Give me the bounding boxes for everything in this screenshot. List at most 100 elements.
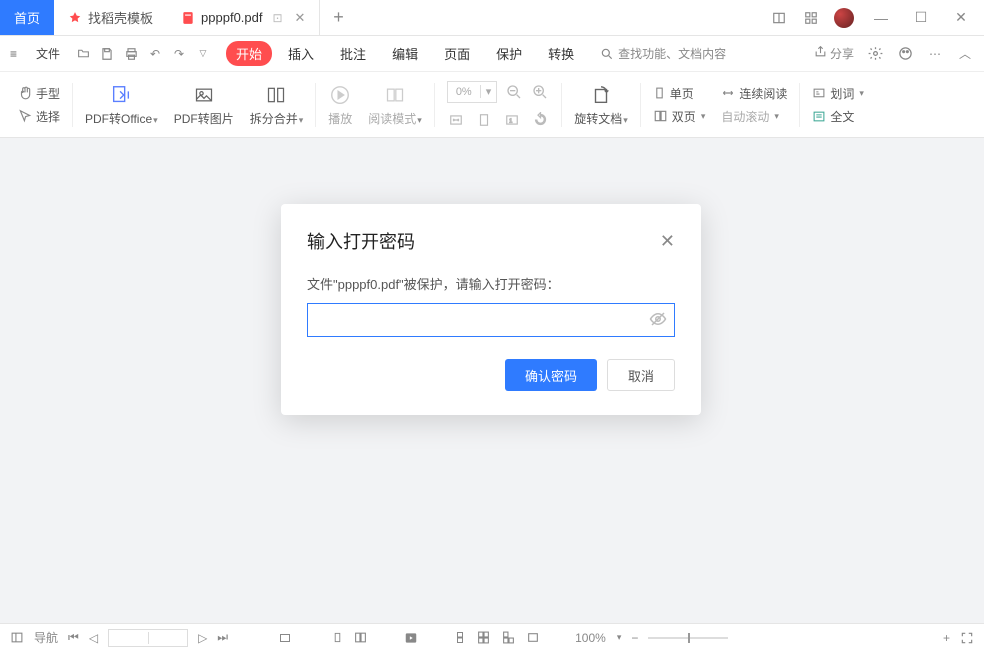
maximize-button[interactable]: ☐ (908, 9, 934, 26)
single-view-icon[interactable] (332, 631, 343, 644)
fulltext-tool[interactable]: 全文 (812, 108, 864, 125)
fulltext-icon (812, 110, 826, 123)
fit-width-status-icon[interactable] (278, 632, 292, 644)
menu-annotate[interactable]: 批注 (330, 41, 376, 66)
zoom-value[interactable]: 0%▾ (447, 81, 497, 103)
nav-label: 导航 (34, 629, 58, 646)
rotate-small-icon[interactable] (531, 111, 549, 129)
search-icon (600, 47, 614, 61)
prev-page-icon[interactable]: ◁ (89, 631, 98, 645)
continuous-read[interactable]: 连续阅读 (721, 85, 787, 102)
single-page-icon (653, 86, 666, 100)
cancel-button[interactable]: 取消 (607, 359, 675, 391)
divider (434, 83, 435, 127)
password-input[interactable] (307, 303, 675, 337)
tab-docell[interactable]: 找稻壳模板 (54, 0, 167, 35)
share-icon (814, 45, 827, 58)
play-icon (329, 82, 351, 108)
confirm-button[interactable]: 确认密码 (505, 359, 597, 391)
menu-start[interactable]: 开始 (226, 41, 272, 66)
zoom-dropdown-status-icon[interactable]: ▾ (617, 632, 622, 643)
play-status-icon[interactable] (403, 631, 419, 645)
status-bar: 导航 ⏮ ◁ ▷ ⏭ 100%▾ − + (0, 623, 984, 651)
new-tab-button[interactable]: + (320, 0, 356, 35)
single-page[interactable]: 单页 (653, 85, 706, 102)
play[interactable]: 播放 (320, 72, 360, 137)
zoom-in-status[interactable]: + (943, 631, 950, 645)
menu-page[interactable]: 页面 (434, 41, 480, 66)
toggle-visibility-icon[interactable] (649, 310, 667, 331)
fullscreen-toggle-icon[interactable] (960, 631, 974, 645)
minimize-button[interactable]: — (868, 10, 894, 26)
split-merge[interactable]: 拆分合并▾ (242, 72, 312, 137)
fullscreen-status-icon[interactable] (526, 631, 540, 644)
rotate-doc[interactable]: 旋转文档▾ (566, 72, 636, 137)
zoom-out-status[interactable]: − (631, 631, 638, 645)
fit-page-icon[interactable] (475, 111, 493, 129)
double-page-icon (653, 109, 668, 123)
zoom-in-icon[interactable] (531, 83, 549, 101)
redo-icon[interactable]: ↷ (170, 45, 188, 63)
hamburger-icon[interactable]: ≡ (10, 47, 30, 61)
layout-icon[interactable] (770, 9, 788, 27)
tab-file-active[interactable]: ppppf0.pdf ⊡ ✕ (167, 0, 320, 35)
continuous-icon (721, 86, 735, 100)
close-tab-icon[interactable]: ✕ (295, 10, 306, 26)
tab-home[interactable]: 首页 (0, 0, 54, 35)
skin-icon[interactable] (896, 45, 914, 63)
search-placeholder: 查找功能、文档内容 (618, 45, 726, 62)
dict-icon (812, 87, 826, 100)
avatar[interactable] (834, 8, 854, 28)
select-tool[interactable]: 选择 (18, 108, 60, 125)
auto-scroll[interactable]: 自动滚动▾ (721, 108, 787, 125)
ribbon: 手型 选择 PDF转Office▾ PDF转图片 拆分合并▾ 播放 阅读模式▾ … (0, 72, 984, 138)
password-dialog: 输入打开密码 ✕ 文件"ppppf0.pdf"被保护，请输入打开密码： 确认密码… (281, 204, 701, 415)
divider (561, 83, 562, 127)
fit-width-icon[interactable] (447, 111, 465, 129)
page-input[interactable] (108, 629, 188, 647)
share-button[interactable]: 分享 (814, 45, 854, 62)
facing-status-icon[interactable] (476, 631, 491, 644)
dropdown-icon[interactable]: ▽ (194, 45, 212, 63)
pdf2img-icon (192, 82, 216, 108)
pin-icon[interactable]: ⊡ (272, 11, 282, 25)
nav-pane-toggle[interactable] (10, 631, 24, 644)
first-page-icon[interactable]: ⏮ (68, 630, 79, 645)
menu-file[interactable]: 文件 (36, 45, 60, 62)
pdf-to-image[interactable]: PDF转图片 (166, 72, 242, 137)
zoom-dropdown-icon[interactable]: ▾ (480, 85, 497, 98)
more-icon[interactable]: ⋯ (926, 45, 944, 63)
print-icon[interactable] (122, 45, 140, 63)
actual-size-icon[interactable]: 1 (503, 111, 521, 129)
next-page-icon[interactable]: ▷ (198, 631, 207, 645)
search-box[interactable]: 查找功能、文档内容 (600, 45, 726, 62)
read-mode[interactable]: 阅读模式▾ (360, 72, 430, 137)
settings-icon[interactable] (866, 45, 884, 63)
undo-icon[interactable]: ↶ (146, 45, 164, 63)
menu-convert[interactable]: 转换 (538, 41, 584, 66)
hand-tool[interactable]: 手型 (18, 85, 60, 102)
open-icon[interactable] (74, 45, 92, 63)
cursor-icon (18, 109, 32, 123)
rotate-icon (588, 82, 614, 108)
divider (799, 83, 800, 127)
continuous-status-icon[interactable] (454, 631, 466, 644)
dict-tool[interactable]: 划词▾ (812, 85, 864, 102)
book-icon (383, 82, 407, 108)
zoom-out-icon[interactable] (505, 83, 523, 101)
double-view-icon[interactable] (353, 631, 368, 644)
zoom-slider[interactable] (648, 637, 728, 639)
menu-edit[interactable]: 编辑 (382, 41, 428, 66)
apps-icon[interactable] (802, 9, 820, 27)
double-page[interactable]: 双页▾ (653, 108, 706, 125)
last-page-icon[interactable]: ⏭ (217, 630, 228, 645)
menu-bar: ≡ 文件 ↶ ↷ ▽ 开始 插入 批注 编辑 页面 保护 转换 查找功能、文档内… (0, 36, 984, 72)
menu-insert[interactable]: 插入 (278, 41, 324, 66)
menu-protect[interactable]: 保护 (486, 41, 532, 66)
pdf-to-office[interactable]: PDF转Office▾ (77, 72, 166, 137)
collapse-ribbon-icon[interactable]: ︿ (956, 45, 974, 63)
dialog-close-icon[interactable]: ✕ (660, 231, 675, 252)
close-window-button[interactable]: ✕ (948, 9, 974, 26)
book-status-icon[interactable] (501, 631, 516, 644)
save-icon[interactable] (98, 45, 116, 63)
